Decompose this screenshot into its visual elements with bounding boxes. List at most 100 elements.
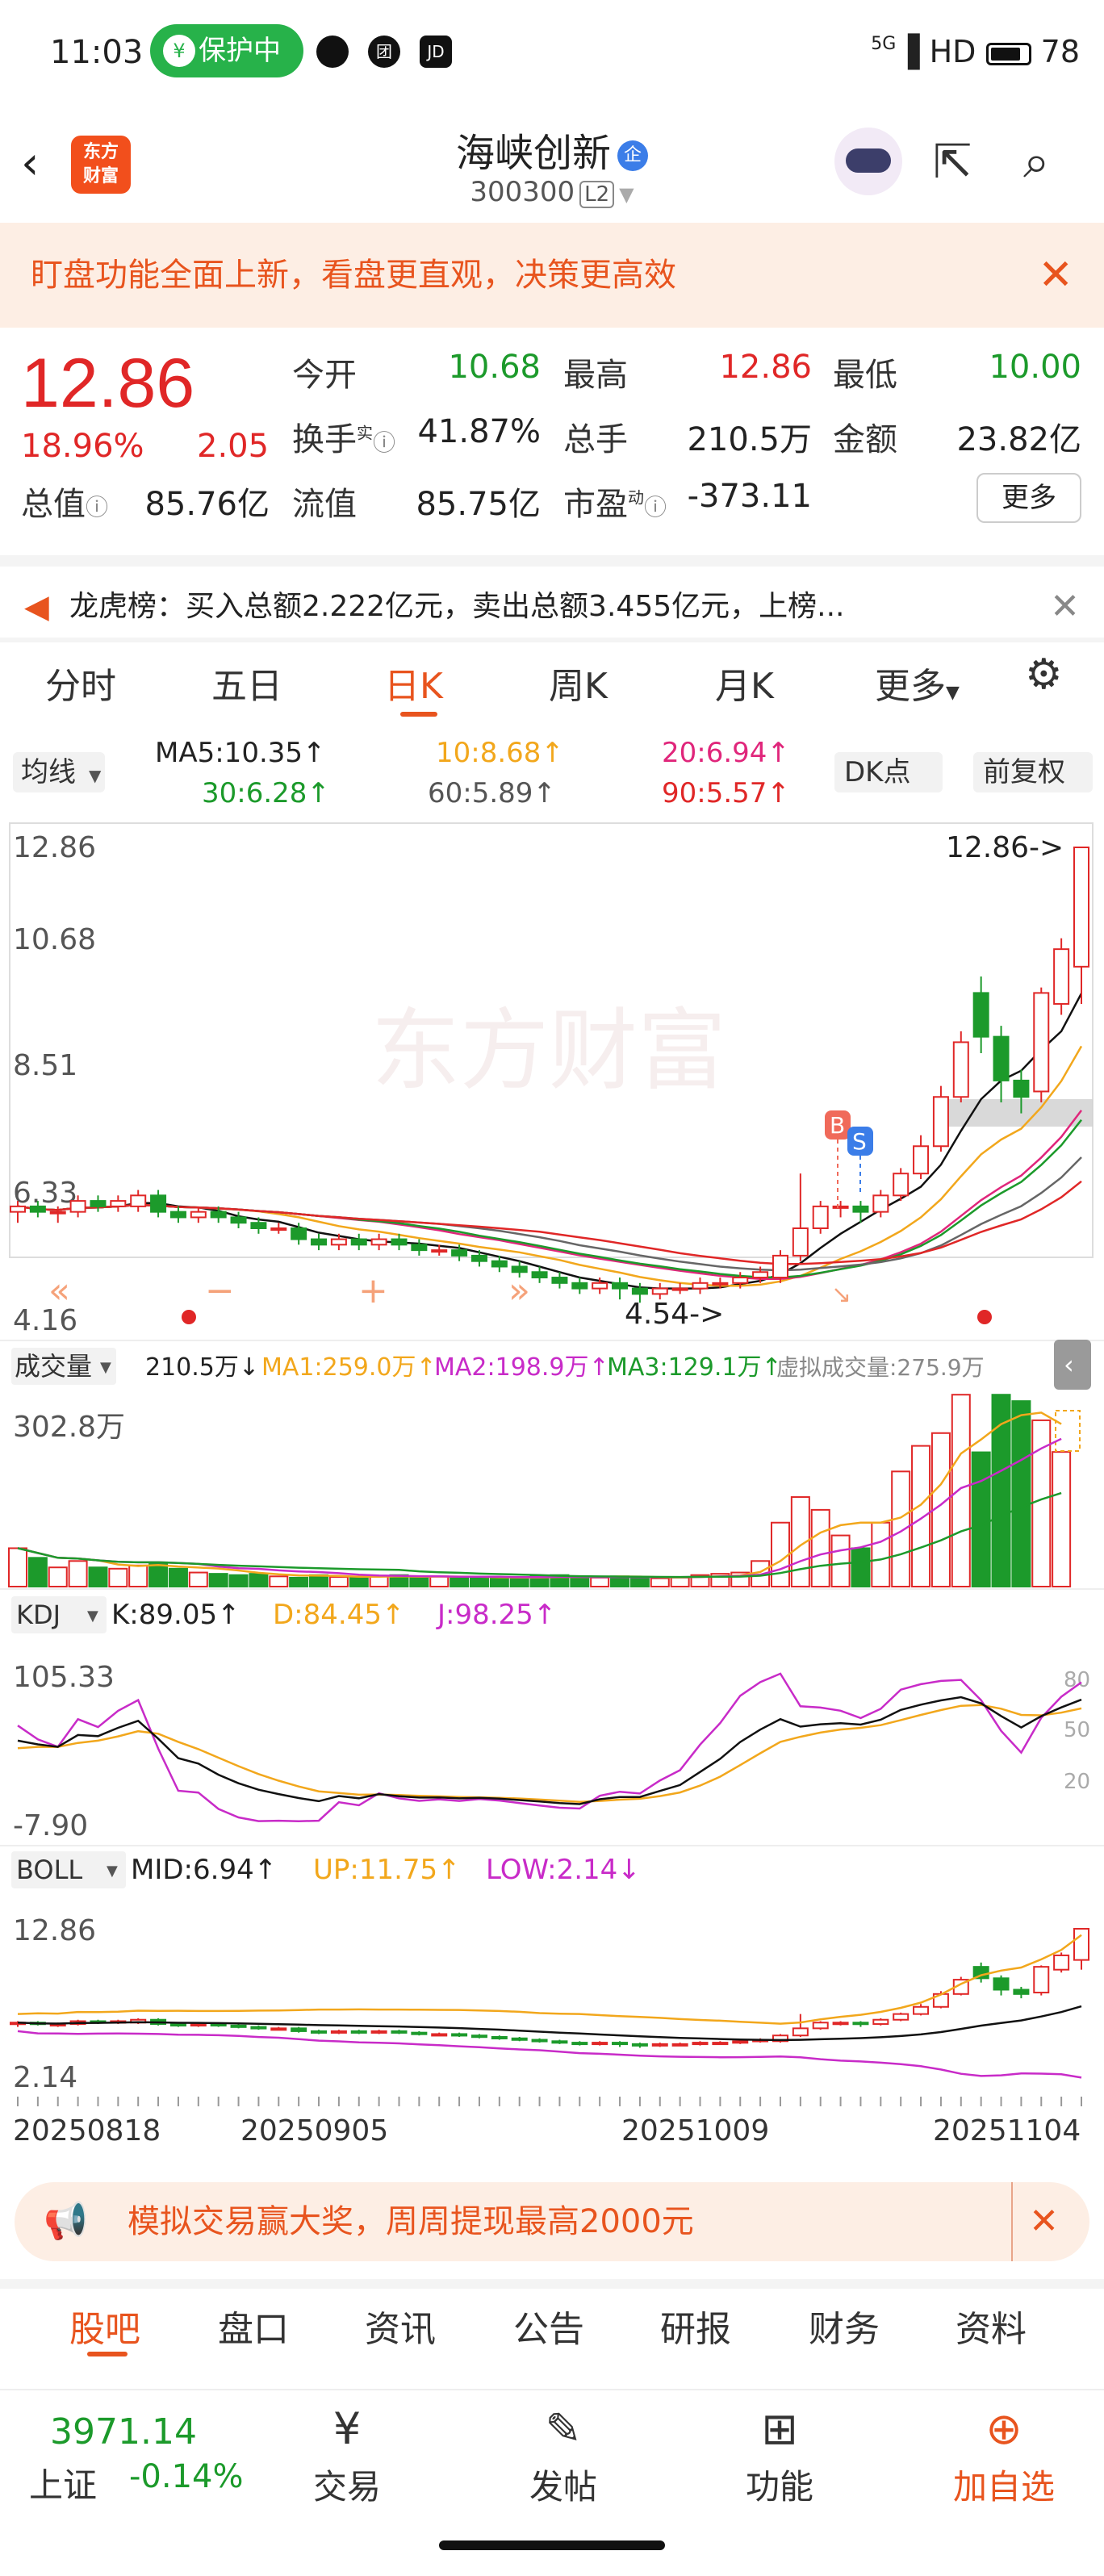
feature-banner[interactable]: 盯盘功能全面上新，看盘更直观，决策更高效 ✕ <box>0 223 1104 328</box>
caret-down-icon: ▼ <box>619 183 634 206</box>
event-dot[interactable] <box>977 1310 992 1324</box>
volume-label: 总手 <box>563 421 628 458</box>
banner-text: 盯盘功能全面上新，看盘更直观，决策更高效 <box>31 257 676 294</box>
nav-add-watchlist[interactable]: ⊕ 加自选 <box>939 2398 1068 2509</box>
nav-post-label: 发帖 <box>529 2467 597 2507</box>
dragon-tiger-bar[interactable]: ◀ 龙虎榜：买入总额2.222亿元，卖出总额3.455亿元，上榜... ✕ <box>0 555 1104 636</box>
index-change: -0.14% <box>129 2458 244 2495</box>
nav-function[interactable]: ⊞ 功能 <box>723 2398 836 2509</box>
tab-news[interactable]: 资讯 <box>365 2300 436 2352</box>
share-icon[interactable]: ⇱ <box>933 134 972 189</box>
volume-bar <box>8 1547 27 1587</box>
boll-candle-body <box>551 2040 568 2044</box>
nav-post[interactable]: ✎ 发帖 <box>507 2398 620 2509</box>
candle-body <box>932 1096 949 1148</box>
boll-label[interactable]: BOLL <box>16 1855 82 1885</box>
reset-icon[interactable]: ↘ <box>831 1281 851 1309</box>
promo-text: 模拟交易赢大奖，周周提现最高2000元 <box>128 2203 694 2240</box>
nav-trade[interactable]: ¥ 交易 <box>291 2398 404 2509</box>
close-icon[interactable]: ✕ <box>1011 2182 1059 2261</box>
volume-bar <box>249 1573 269 1587</box>
boll-candle-body <box>893 2013 910 2021</box>
grid-icon: ⊞ <box>761 2403 798 2454</box>
boll-candle-body <box>993 1977 1010 1991</box>
y-tick: 6.33 <box>13 1177 77 1210</box>
volume-virtual: 虚拟成交量:275.9万 <box>776 1354 985 1381</box>
boll-candle-body <box>210 2023 227 2027</box>
boll-candle-body <box>431 2033 448 2037</box>
date-label: 20250905 <box>240 2114 388 2147</box>
tab-profile[interactable]: 资料 <box>956 2300 1027 2352</box>
event-dot[interactable] <box>182 1310 196 1324</box>
tab-fiveday[interactable]: 五日 <box>211 657 282 709</box>
index-value[interactable]: 3971.14 <box>50 2411 197 2453</box>
ma-toggle-label[interactable]: 均线 <box>21 756 76 788</box>
info-icon[interactable]: ⓘ <box>373 429 395 456</box>
info-icon[interactable]: ⓘ <box>86 494 108 521</box>
candle-body <box>330 1238 347 1246</box>
tab-weekly-k[interactable]: 周K <box>549 657 608 709</box>
network-label: 5G <box>871 34 897 54</box>
tab-guba[interactable]: 股吧 <box>69 2300 140 2352</box>
candle-body <box>952 1041 969 1098</box>
settings-gear-icon[interactable]: ⚙ <box>1025 650 1063 699</box>
hd-label: HD <box>929 34 976 69</box>
tab-monthly-k[interactable]: 月K <box>715 657 774 709</box>
tab-daily-k[interactable]: 日K <box>384 657 443 709</box>
protect-badge[interactable]: ¥ 保护中 <box>150 24 303 77</box>
boll-low: LOW:2.14↓ <box>486 1854 641 1886</box>
home-indicator[interactable] <box>439 2540 665 2550</box>
zoom-in-icon[interactable]: + <box>358 1270 388 1311</box>
close-icon[interactable]: ✕ <box>1038 223 1073 328</box>
promo-banner[interactable]: 📢 模拟交易赢大奖，周周提现最高2000元 ✕ <box>15 2182 1089 2261</box>
nav-trade-label: 交易 <box>312 2467 381 2507</box>
kdj-level: 50 <box>1064 1718 1090 1742</box>
info-icon[interactable]: ⓘ <box>644 494 667 521</box>
tab-finance[interactable]: 财务 <box>809 2300 880 2352</box>
y-tick: 10.68 <box>13 923 96 956</box>
robot-avatar-icon[interactable] <box>834 128 902 195</box>
turnover-value: 41.87% <box>417 413 541 450</box>
tab-research[interactable]: 研报 <box>660 2300 731 2352</box>
boll-ymax: 12.86 <box>13 1914 96 1947</box>
tab-timeshare[interactable]: 分时 <box>45 657 116 709</box>
scroll-left-icon[interactable]: « <box>48 1270 70 1311</box>
nav-add-label: 加自选 <box>952 2467 1055 2507</box>
candle-body <box>451 1249 468 1257</box>
volume-bar <box>68 1560 88 1587</box>
sell-signal-label: S <box>852 1128 867 1155</box>
candle-body <box>130 1194 147 1207</box>
high-label: 最高 <box>563 357 628 394</box>
boll-candle-body <box>571 2042 588 2046</box>
candle-body <box>692 1282 709 1290</box>
kline-chart-area[interactable]: 均线 ▼ MA5:10.35↑ 10:8.68↑ 20:6.94↑ 30:6.2… <box>0 726 1104 2147</box>
volume-bar <box>830 1534 851 1587</box>
boll-candle-body <box>712 2042 729 2046</box>
search-icon[interactable]: ⌕ <box>1023 134 1049 190</box>
tab-more-label[interactable]: 更多 <box>875 666 946 707</box>
buy-signal-label: B <box>830 1112 845 1139</box>
zoom-out-icon[interactable]: − <box>205 1270 235 1311</box>
candle-body <box>29 1205 46 1213</box>
volume-bar <box>1011 1400 1031 1588</box>
scroll-right-icon[interactable]: » <box>508 1270 530 1311</box>
boll-up: UP:11.75↑ <box>313 1854 461 1886</box>
turnover-label: 换手实ⓘ <box>292 413 395 460</box>
candle-body <box>893 1173 910 1197</box>
boll-candle-body <box>631 2043 648 2047</box>
candle-body <box>470 1254 487 1262</box>
tab-pankou[interactable]: 盘口 <box>218 2300 289 2352</box>
pe-label: 市盈动ⓘ <box>563 478 667 525</box>
kdj-label[interactable]: KDJ <box>16 1600 61 1630</box>
volume-bar <box>349 1576 369 1587</box>
ma60-label: 60:5.89↑ <box>428 777 556 809</box>
index-name[interactable]: 上证 <box>29 2458 97 2507</box>
boll-mid: MID:6.94↑ <box>131 1854 277 1886</box>
boll-candle-body <box>491 2035 508 2039</box>
volume-label[interactable]: 成交量 <box>15 1351 92 1382</box>
verified-icon: 企 <box>617 140 648 171</box>
volume-bar <box>128 1564 148 1587</box>
tab-announcement[interactable]: 公告 <box>513 2300 584 2352</box>
more-button[interactable]: 更多 <box>976 473 1081 523</box>
close-icon[interactable]: ✕ <box>1050 567 1080 647</box>
